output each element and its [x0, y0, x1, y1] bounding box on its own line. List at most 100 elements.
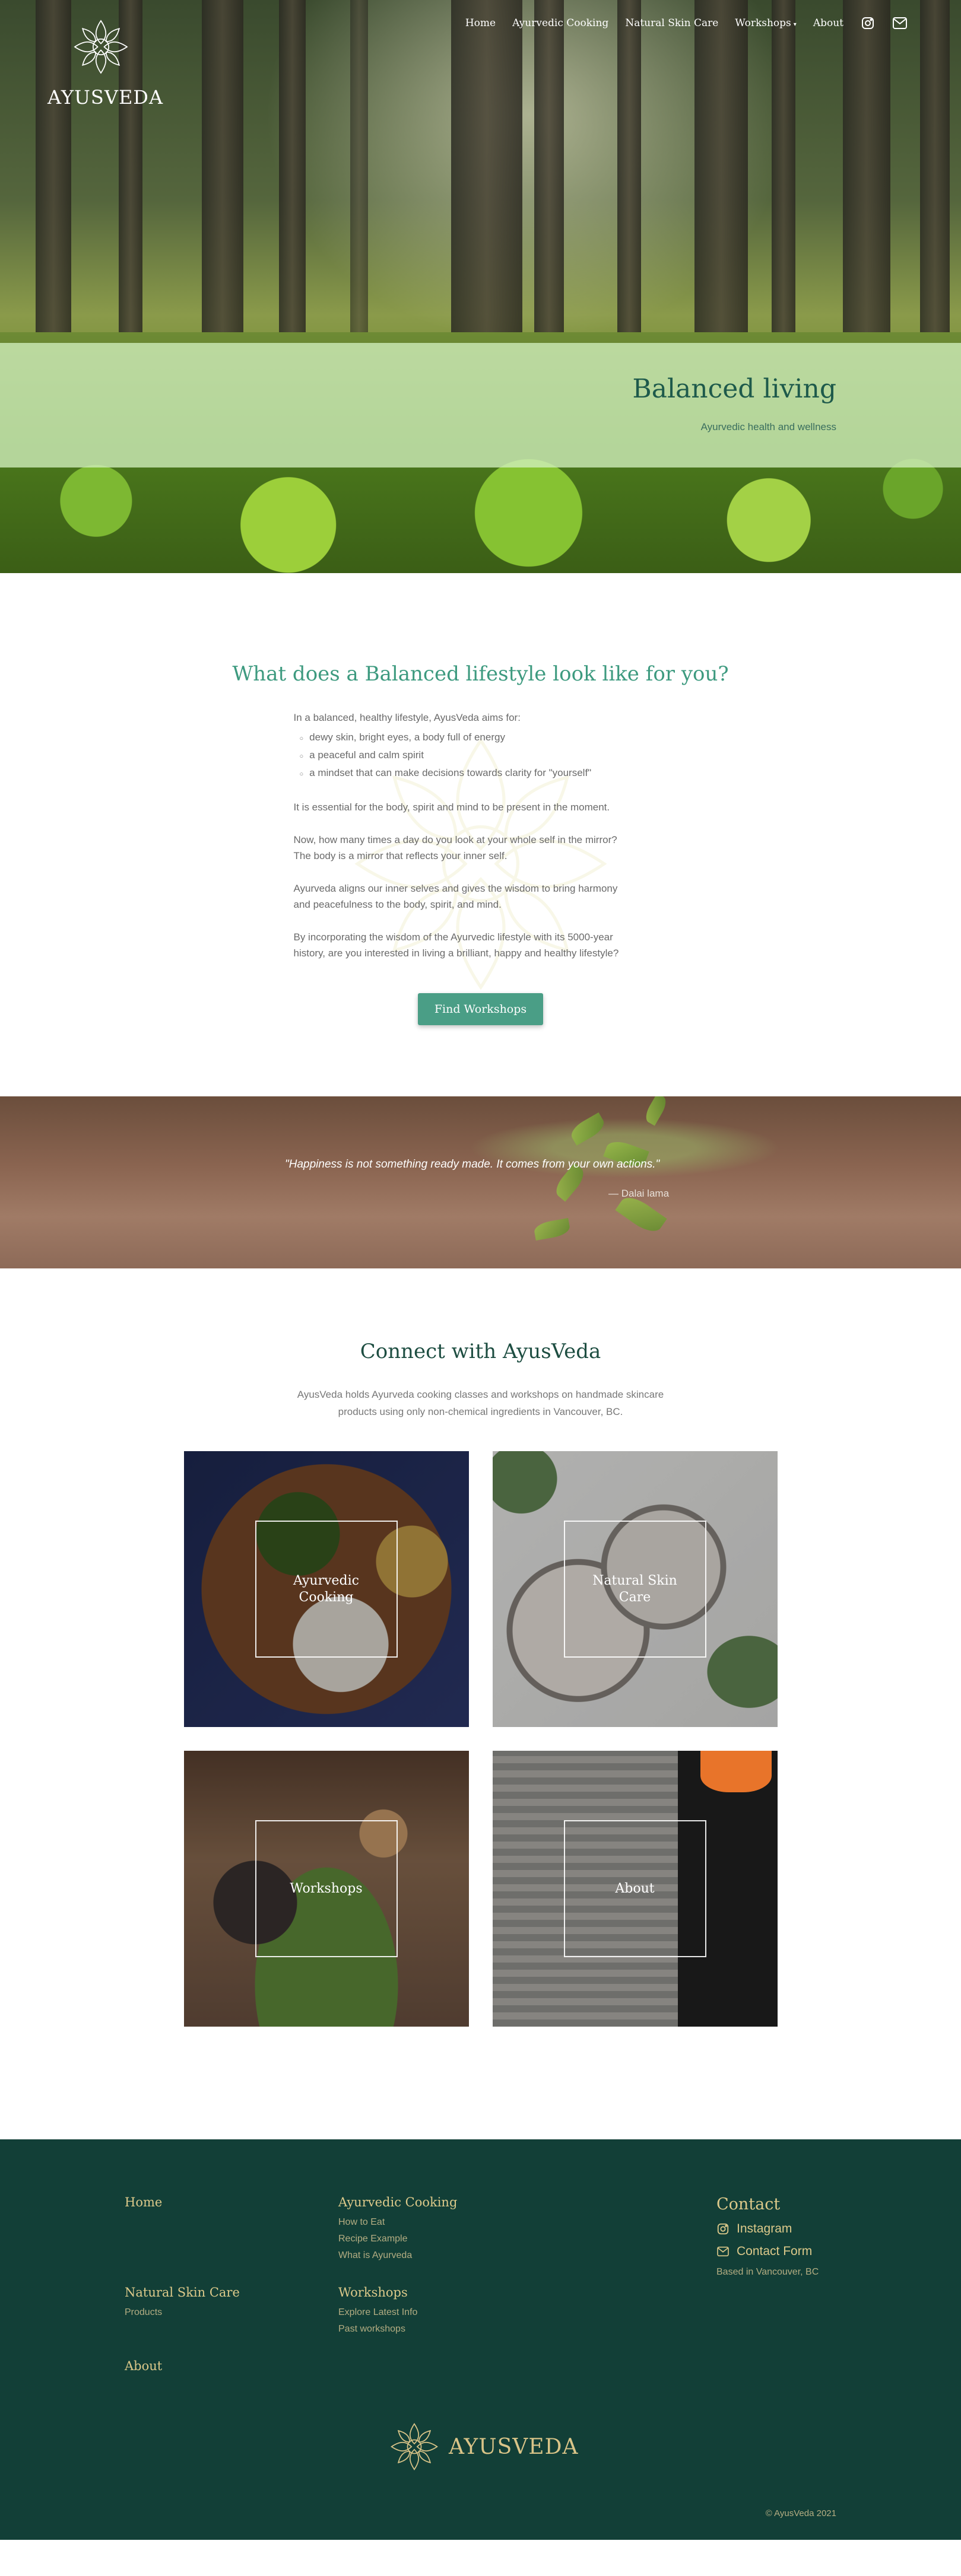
- intro-bullet: a peaceful and calm spirit: [300, 747, 668, 765]
- tile-natural-skin-care[interactable]: Natural Skin Care: [492, 1451, 778, 1727]
- tree-trunk: [534, 0, 564, 356]
- main-nav: Home Ayurvedic Cooking Natural Skin Care…: [465, 15, 908, 31]
- intro-line: Ayurveda aligns our inner selves and giv…: [293, 883, 618, 894]
- instagram-icon[interactable]: [860, 15, 876, 31]
- instagram-icon: [717, 2223, 729, 2235]
- nav-home[interactable]: Home: [465, 17, 496, 29]
- tile-label-line: Cooking: [299, 1589, 354, 1605]
- tile-label-line: Ayurvedic: [293, 1573, 359, 1588]
- contact-form-label: Contact Form: [737, 2244, 813, 2258]
- site-logo[interactable]: AYUSVEDA: [47, 14, 164, 109]
- tree-trunk: [279, 0, 306, 356]
- contact-instagram-link[interactable]: Instagram: [716, 2222, 819, 2236]
- tile-label-line: Care: [619, 1589, 651, 1605]
- footer-link-what-is-ayurveda[interactable]: What is Ayurveda: [338, 2247, 457, 2264]
- footer-link-about[interactable]: About: [125, 2359, 162, 2373]
- nav-natural-skin-care[interactable]: Natural Skin Care: [625, 17, 718, 29]
- footer-logo-wordmark: AYUSVEDA: [449, 2434, 579, 2459]
- hero-section: AYUSVEDA Home Ayurvedic Cooking Natural …: [0, 0, 961, 573]
- tile-workshops[interactable]: Workshops: [183, 1751, 469, 2027]
- quote-author: — Dalai lama: [608, 1188, 670, 1199]
- footer-link-home[interactable]: Home: [125, 2195, 162, 2209]
- tile-label: Workshops: [290, 1881, 363, 1896]
- connect-tile-grid: Ayurvedic Cooking Natural Skin Care Worksh…: [183, 1451, 778, 2027]
- footer-link-recipe-example[interactable]: Recipe Example: [338, 2231, 457, 2247]
- intro-bullet: a mindset that can make decisions toward…: [300, 765, 668, 783]
- connect-section: Connect with AyusVeda AyusVeda holds Ayu…: [0, 1268, 961, 2139]
- intro-bullet-list: dewy skin, bright eyes, a body full of e…: [300, 729, 668, 783]
- nav-ayurvedic-cooking[interactable]: Ayurvedic Cooking: [512, 17, 608, 29]
- footer-link-past-workshops[interactable]: Past workshops: [338, 2321, 417, 2338]
- footer-link-natural-skin-care[interactable]: Natural Skin Care: [125, 2285, 240, 2300]
- footer-link-how-to-eat[interactable]: How to Eat: [338, 2214, 457, 2231]
- tree-trunk: [617, 0, 641, 356]
- contact-heading: Contact: [716, 2195, 781, 2214]
- contact-location: Based in Vancouver, BC: [716, 2267, 819, 2277]
- footer-col-about: About: [125, 2359, 162, 2373]
- chevron-down-icon: ▾: [793, 21, 797, 28]
- footer-link-explore-latest-info[interactable]: Explore Latest Info: [338, 2304, 417, 2321]
- tree-trunk: [202, 0, 243, 356]
- tree-trunk: [451, 0, 522, 356]
- intro-line: By incorporating the wisdom of the Ayurv…: [293, 931, 613, 943]
- tree-trunk: [772, 0, 795, 356]
- tree-trunk: [694, 0, 748, 356]
- intro-paragraph: Ayurveda aligns our inner selves and giv…: [294, 880, 668, 912]
- tile-label: Ayurvedic Cooking: [293, 1573, 359, 1606]
- hero-subtitle: Ayurvedic health and wellness: [700, 421, 836, 432]
- logo-wordmark: AYUSVEDA: [47, 86, 164, 109]
- tree-trunk: [350, 0, 368, 356]
- leaf-decoration: [533, 1218, 571, 1241]
- tile-label: Natural Skin Care: [592, 1573, 677, 1606]
- intro-lead: In a balanced, healthy lifestyle, AyusVe…: [293, 712, 521, 723]
- nav-workshops[interactable]: Workshops ▾: [735, 17, 797, 29]
- leaf-decoration: [567, 1112, 608, 1146]
- footer-logo[interactable]: AYUSVEDA: [386, 2418, 578, 2475]
- quote-section: "Happiness is not something ready made. …: [0, 1096, 961, 1268]
- nav-about[interactable]: About: [813, 17, 843, 29]
- hero-banner: Balanced living Ayurvedic health and wel…: [0, 343, 961, 468]
- intro-paragraph: It is essential for the body, spirit and…: [293, 802, 610, 813]
- tile-label: About: [615, 1881, 655, 1896]
- lotus-mandala-icon: [391, 2423, 438, 2470]
- mail-icon[interactable]: [892, 15, 908, 31]
- mail-icon: [717, 2246, 729, 2257]
- hero-title: Balanced living: [632, 374, 836, 404]
- quote-text: "Happiness is not something ready made. …: [285, 1158, 660, 1171]
- connect-line: products using only non-chemical ingredi…: [338, 1406, 623, 1417]
- intro-bullet: dewy skin, bright eyes, a body full of e…: [300, 729, 668, 747]
- tile-label-frame: About: [563, 1820, 706, 1957]
- contact-form-link[interactable]: Contact Form: [716, 2244, 819, 2259]
- intro-section: What does a Balanced lifestyle look like…: [0, 573, 961, 1096]
- contact-instagram-label: Instagram: [737, 2222, 792, 2235]
- tile-label-line: Natural Skin: [592, 1573, 677, 1588]
- tile-label-frame: Ayurvedic Cooking: [255, 1521, 398, 1658]
- intro-text: In a balanced, healthy lifestyle, AyusVe…: [294, 710, 668, 961]
- site-footer: Home Ayurvedic Cooking How to Eat Recipe…: [0, 2139, 961, 2540]
- tile-about[interactable]: About: [492, 1751, 778, 2027]
- copyright: © AyusVeda 2021: [765, 2508, 836, 2518]
- intro-heading: What does a Balanced lifestyle look like…: [232, 662, 729, 686]
- tile-ayurvedic-cooking[interactable]: Ayurvedic Cooking: [183, 1451, 469, 1727]
- footer-link-products[interactable]: Products: [125, 2304, 240, 2321]
- intro-line: Now, how many times a day do you look at…: [293, 834, 617, 845]
- footer-link-workshops[interactable]: Workshops: [338, 2285, 417, 2300]
- connect-line: AyusVeda holds Ayurveda cooking classes …: [297, 1389, 664, 1400]
- tree-trunk: [843, 0, 890, 356]
- intro-paragraph: By incorporating the wisdom of the Ayurv…: [294, 929, 668, 961]
- connect-description: AyusVeda holds Ayurveda cooking classes …: [264, 1386, 697, 1420]
- footer-link-ayurvedic-cooking[interactable]: Ayurvedic Cooking: [338, 2195, 457, 2209]
- tile-label-frame: Workshops: [255, 1820, 398, 1957]
- intro-line: history, are you interested in living a …: [293, 947, 619, 959]
- footer-contact: Contact Instagram Contact Form Based in …: [716, 2195, 819, 2278]
- connect-heading: Connect with AyusVeda: [360, 1340, 601, 1363]
- intro-line: The body is a mirror that reflects your …: [293, 850, 508, 861]
- tree-trunk: [920, 0, 950, 356]
- footer-col-cooking: Ayurvedic Cooking How to Eat Recipe Exam…: [338, 2195, 457, 2264]
- footer-col-skincare: Natural Skin Care Products: [125, 2285, 240, 2321]
- footer-col-home: Home: [125, 2195, 162, 2209]
- leaf-decoration: [642, 1096, 670, 1126]
- nav-workshops-label: Workshops: [735, 17, 791, 29]
- intro-line: and peacefulness to the body, spirit, an…: [293, 899, 502, 910]
- tile-label-frame: Natural Skin Care: [563, 1521, 706, 1658]
